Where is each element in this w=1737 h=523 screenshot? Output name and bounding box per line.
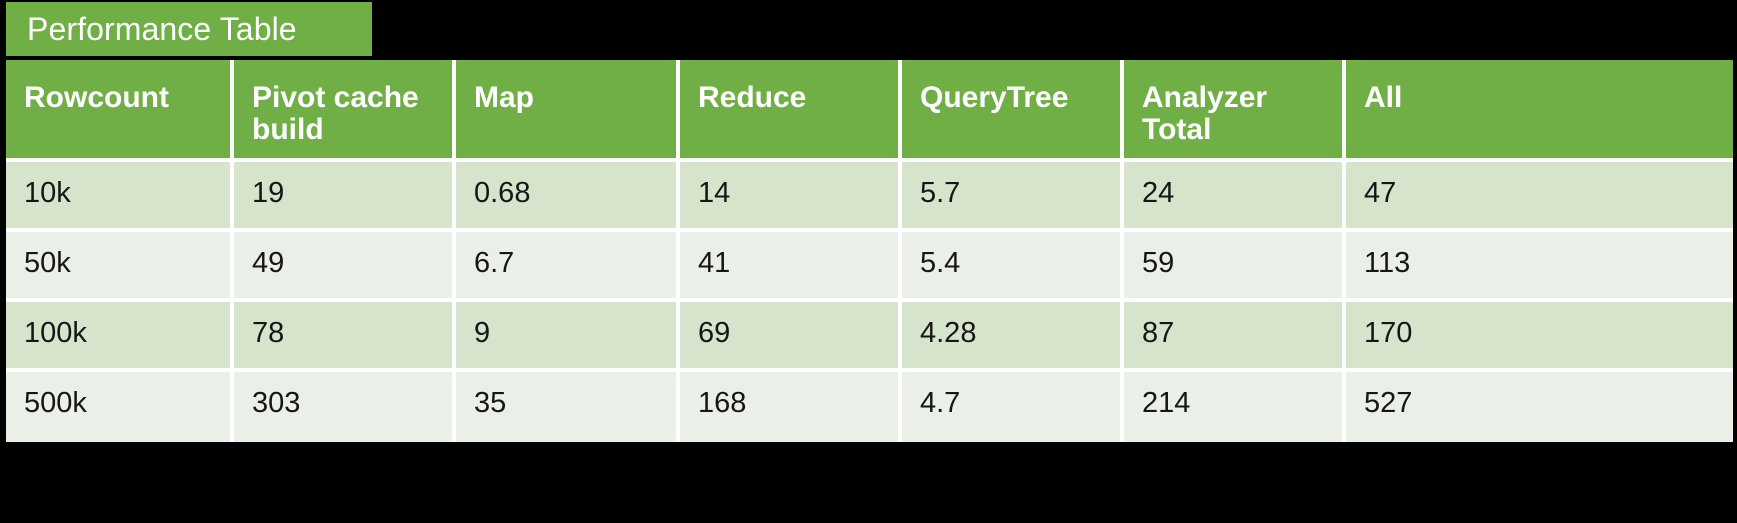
table-row: 10k 19 0.68 14 5.7 24 47 [6, 162, 1733, 232]
cell-map: 9 [456, 302, 680, 372]
cell-all: 170 [1346, 302, 1733, 372]
table-title-tab: Performance Table [6, 2, 372, 56]
column-header-map: Map [456, 60, 680, 162]
cell-value: 100k [24, 317, 87, 349]
cell-analyzer-total: 59 [1124, 232, 1346, 302]
column-header-analyzer-total: Analyzer Total [1124, 60, 1346, 162]
cell-pivot-cache-build: 49 [234, 232, 456, 302]
cell-value: 5.4 [920, 247, 961, 279]
cell-value: 303 [252, 387, 301, 419]
table-header-row: Rowcount Pivot cache build Map Reduce Qu… [6, 60, 1733, 162]
cell-value: 14 [698, 177, 731, 209]
cell-value: 527 [1364, 387, 1413, 419]
table-header: Rowcount Pivot cache build Map Reduce Qu… [6, 60, 1733, 162]
cell-rowcount: 50k [6, 232, 234, 302]
performance-table: Rowcount Pivot cache build Map Reduce Qu… [6, 60, 1733, 442]
cell-value: 0.68 [474, 177, 531, 209]
cell-map: 0.68 [456, 162, 680, 232]
cell-pivot-cache-build: 19 [234, 162, 456, 232]
cell-value: 168 [698, 387, 747, 419]
cell-rowcount: 10k [6, 162, 234, 232]
cell-analyzer-total: 87 [1124, 302, 1346, 372]
cell-analyzer-total: 24 [1124, 162, 1346, 232]
cell-querytree: 5.7 [902, 162, 1124, 232]
column-header-rowcount: Rowcount [6, 60, 234, 162]
cell-reduce: 41 [680, 232, 902, 302]
cell-pivot-cache-build: 78 [234, 302, 456, 372]
cell-value: 49 [252, 247, 285, 279]
cell-value: 78 [252, 317, 285, 349]
cell-all: 47 [1346, 162, 1733, 232]
column-header-reduce: Reduce [680, 60, 902, 162]
column-header-all: All [1346, 60, 1733, 162]
cell-value: 19 [252, 177, 285, 209]
cell-querytree: 4.7 [902, 372, 1124, 442]
cell-value: 5.7 [920, 177, 961, 209]
cell-value: 170 [1364, 317, 1413, 349]
cell-reduce: 69 [680, 302, 902, 372]
column-header-label: Rowcount [24, 81, 169, 114]
column-header-label: All [1364, 81, 1403, 114]
cell-reduce: 14 [680, 162, 902, 232]
column-header-label: Reduce [698, 81, 807, 114]
cell-value: 69 [698, 317, 731, 349]
cell-reduce: 168 [680, 372, 902, 442]
cell-all: 527 [1346, 372, 1733, 442]
cell-analyzer-total: 214 [1124, 372, 1346, 442]
cell-value: 6.7 [474, 247, 515, 279]
column-header-label: Map [474, 81, 534, 114]
cell-value: 10k [24, 177, 71, 209]
cell-value: 9 [474, 317, 491, 349]
cell-value: 113 [1364, 247, 1411, 279]
cell-rowcount: 500k [6, 372, 234, 442]
cell-value: 500k [24, 387, 87, 419]
cell-value: 35 [474, 387, 507, 419]
cell-value: 50k [24, 247, 71, 279]
cell-value: 24 [1142, 177, 1175, 209]
column-header-label: QueryTree [920, 81, 1069, 114]
column-header-pivot-cache-build: Pivot cache build [234, 60, 456, 162]
table-body: 10k 19 0.68 14 5.7 24 47 50k 49 6.7 41 5… [6, 162, 1733, 442]
column-header-label: Pivot cache build [252, 81, 419, 147]
cell-map: 6.7 [456, 232, 680, 302]
column-header-label: Analyzer Total [1142, 81, 1268, 147]
cell-value: 87 [1142, 317, 1175, 349]
cell-map: 35 [456, 372, 680, 442]
cell-pivot-cache-build: 303 [234, 372, 456, 442]
cell-all: 113 [1346, 232, 1733, 302]
column-header-querytree: QueryTree [902, 60, 1124, 162]
cell-value: 214 [1142, 387, 1191, 419]
screenshot-root: Performance Table Rowcount Pivot cache b… [0, 0, 1737, 523]
cell-querytree: 4.28 [902, 302, 1124, 372]
cell-value: 41 [698, 247, 731, 279]
table-row: 50k 49 6.7 41 5.4 59 113 [6, 232, 1733, 302]
cell-value: 4.28 [920, 317, 977, 349]
page-title: Performance Table [27, 11, 297, 47]
cell-rowcount: 100k [6, 302, 234, 372]
table-row: 100k 78 9 69 4.28 87 170 [6, 302, 1733, 372]
cell-value: 47 [1364, 177, 1397, 209]
cell-querytree: 5.4 [902, 232, 1124, 302]
cell-value: 59 [1142, 247, 1175, 279]
cell-value: 4.7 [920, 387, 961, 419]
table-row: 500k 303 35 168 4.7 214 527 [6, 372, 1733, 442]
